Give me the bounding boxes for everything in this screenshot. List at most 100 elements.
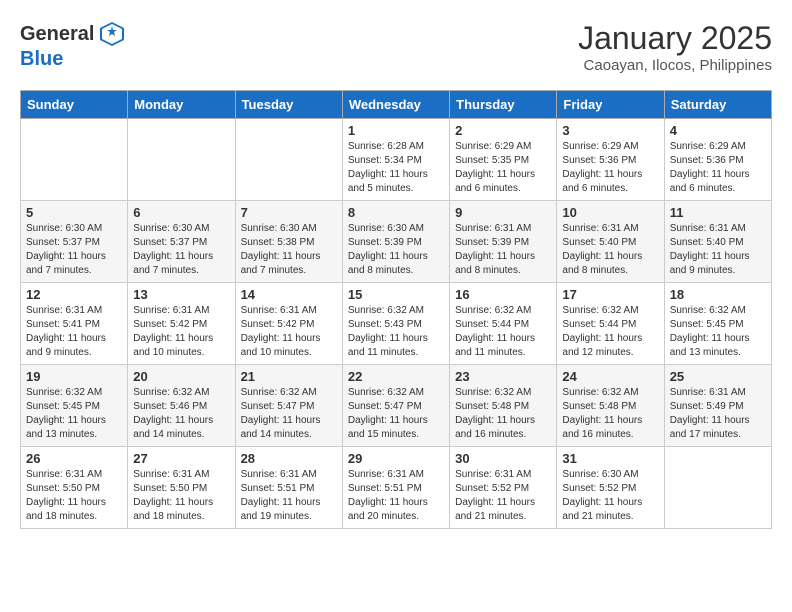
sunset-info: Sunset: 5:37 PM	[26, 236, 122, 250]
calendar-cell	[21, 119, 128, 201]
day-info: Sunrise: 6:31 AMSunset: 5:51 PMDaylight:…	[348, 468, 444, 524]
calendar-cell: 5Sunrise: 6:30 AMSunset: 5:37 PMDaylight…	[21, 201, 128, 283]
day-number: 7	[241, 205, 337, 220]
sunset-info: Sunset: 5:36 PM	[562, 154, 658, 168]
calendar-cell: 17Sunrise: 6:32 AMSunset: 5:44 PMDayligh…	[557, 283, 664, 365]
day-number: 27	[133, 451, 229, 466]
sunset-info: Sunset: 5:40 PM	[562, 236, 658, 250]
sunset-info: Sunset: 5:46 PM	[133, 400, 229, 414]
daylight-info: Daylight: 11 hours and 21 minutes.	[455, 496, 551, 524]
sunset-info: Sunset: 5:45 PM	[670, 318, 766, 332]
sunset-info: Sunset: 5:44 PM	[562, 318, 658, 332]
day-info: Sunrise: 6:29 AMSunset: 5:36 PMDaylight:…	[670, 140, 766, 196]
day-number: 21	[241, 369, 337, 384]
sunset-info: Sunset: 5:37 PM	[133, 236, 229, 250]
calendar-cell: 21Sunrise: 6:32 AMSunset: 5:47 PMDayligh…	[235, 365, 342, 447]
logo-general-text: General	[20, 23, 94, 46]
sunset-info: Sunset: 5:50 PM	[26, 482, 122, 496]
month-year-title: January 2025	[578, 20, 772, 57]
calendar-table: SundayMondayTuesdayWednesdayThursdayFrid…	[20, 90, 772, 529]
sunrise-info: Sunrise: 6:31 AM	[26, 304, 122, 318]
day-number: 24	[562, 369, 658, 384]
logo-flag-icon	[98, 20, 126, 48]
day-number: 23	[455, 369, 551, 384]
calendar-cell: 15Sunrise: 6:32 AMSunset: 5:43 PMDayligh…	[342, 283, 449, 365]
daylight-info: Daylight: 11 hours and 7 minutes.	[133, 250, 229, 278]
sunset-info: Sunset: 5:42 PM	[133, 318, 229, 332]
calendar-cell: 12Sunrise: 6:31 AMSunset: 5:41 PMDayligh…	[21, 283, 128, 365]
calendar-cell: 22 Sunrise: 6:32 AMSunset: 5:47 PMDayligh…	[342, 365, 449, 447]
sunset-info: Sunset: 5:49 PM	[670, 400, 766, 414]
weekday-header-thursday: Thursday	[450, 91, 557, 119]
day-number: 4	[670, 123, 766, 138]
sunset-info: Sunset: 5:50 PM	[133, 482, 229, 496]
day-number: 18	[670, 287, 766, 302]
daylight-info: Daylight: 11 hours and 15 minutes.	[348, 414, 444, 442]
daylight-info: Daylight: 11 hours and 9 minutes.	[26, 332, 122, 360]
day-number: 25	[670, 369, 766, 384]
calendar-cell: 14Sunrise: 6:31 AMSunset: 5:42 PMDayligh…	[235, 283, 342, 365]
daylight-info: Daylight: 11 hours and 11 minutes.	[455, 332, 551, 360]
calendar-cell: 16Sunrise: 6:32 AMSunset: 5:44 PMDayligh…	[450, 283, 557, 365]
calendar-cell: 11Sunrise: 6:31 AMSunset: 5:40 PMDayligh…	[664, 201, 771, 283]
sunrise-info: Sunrise: 6:32 AM	[348, 386, 444, 400]
daylight-info: Daylight: 11 hours and 13 minutes.	[670, 332, 766, 360]
calendar-week-row: 5Sunrise: 6:30 AMSunset: 5:37 PMDaylight…	[21, 201, 772, 283]
sunrise-info: Sunrise: 6:32 AM	[562, 386, 658, 400]
day-info: Sunrise: 6:30 AMSunset: 5:37 PMDaylight:…	[26, 222, 122, 278]
weekday-header-saturday: Saturday	[664, 91, 771, 119]
daylight-info: Daylight: 11 hours and 8 minutes.	[348, 250, 444, 278]
day-number: 15	[348, 287, 444, 302]
day-info: Sunrise: 6:31 AMSunset: 5:52 PMDaylight:…	[455, 468, 551, 524]
daylight-info: Daylight: 11 hours and 8 minutes.	[455, 250, 551, 278]
sunrise-info: Sunrise: 6:30 AM	[26, 222, 122, 236]
day-info: Sunrise: 6:32 AMSunset: 5:46 PMDaylight:…	[133, 386, 229, 442]
daylight-info: Daylight: 11 hours and 19 minutes.	[241, 496, 337, 524]
weekday-header-wednesday: Wednesday	[342, 91, 449, 119]
sunrise-info: Sunrise: 6:32 AM	[455, 304, 551, 318]
calendar-cell	[235, 119, 342, 201]
daylight-info: Daylight: 11 hours and 21 minutes.	[562, 496, 658, 524]
daylight-info: Daylight: 11 hours and 10 minutes.	[133, 332, 229, 360]
day-number: 10	[562, 205, 658, 220]
sunrise-info: Sunrise: 6:32 AM	[133, 386, 229, 400]
sunrise-info: Sunrise: 6:31 AM	[133, 468, 229, 482]
calendar-cell: 10Sunrise: 6:31 AMSunset: 5:40 PMDayligh…	[557, 201, 664, 283]
sunrise-info: Sunrise: 6:32 AM	[241, 386, 337, 400]
sunset-info: Sunset: 5:38 PM	[241, 236, 337, 250]
logo: General Blue	[20, 20, 126, 71]
sunset-info: Sunset: 5:51 PM	[241, 482, 337, 496]
day-number: 22	[348, 369, 444, 384]
calendar-cell: 27Sunrise: 6:31 AMSunset: 5:50 PMDayligh…	[128, 447, 235, 529]
sunrise-info: Sunrise: 6:30 AM	[133, 222, 229, 236]
day-number: 30	[455, 451, 551, 466]
daylight-info: Daylight: 11 hours and 7 minutes.	[26, 250, 122, 278]
sunrise-info: Sunrise: 6:30 AM	[562, 468, 658, 482]
sunset-info: Sunset: 5:36 PM	[670, 154, 766, 168]
sunset-info: Sunset: 5:47 PM	[348, 400, 444, 414]
calendar-cell: 20Sunrise: 6:32 AMSunset: 5:46 PMDayligh…	[128, 365, 235, 447]
daylight-info: Daylight: 11 hours and 11 minutes.	[348, 332, 444, 360]
daylight-info: Daylight: 11 hours and 17 minutes.	[670, 414, 766, 442]
calendar-cell: 23Sunrise: 6:32 AMSunset: 5:48 PMDayligh…	[450, 365, 557, 447]
calendar-cell: 28Sunrise: 6:31 AMSunset: 5:51 PMDayligh…	[235, 447, 342, 529]
sunset-info: Sunset: 5:48 PM	[455, 400, 551, 414]
sunrise-info: Sunrise: 6:31 AM	[455, 468, 551, 482]
daylight-info: Daylight: 11 hours and 14 minutes.	[241, 414, 337, 442]
calendar-cell: 19Sunrise: 6:32 AMSunset: 5:45 PMDayligh…	[21, 365, 128, 447]
sunset-info: Sunset: 5:52 PM	[455, 482, 551, 496]
day-info: Sunrise: 6:32 AMSunset: 5:48 PMDaylight:…	[562, 386, 658, 442]
daylight-info: Daylight: 11 hours and 6 minutes.	[670, 168, 766, 196]
calendar-week-row: 12Sunrise: 6:31 AMSunset: 5:41 PMDayligh…	[21, 283, 772, 365]
calendar-week-row: 1Sunrise: 6:28 AMSunset: 5:34 PMDaylight…	[21, 119, 772, 201]
day-info: Sunrise: 6:28 AMSunset: 5:34 PMDaylight:…	[348, 140, 444, 196]
day-number: 28	[241, 451, 337, 466]
sunset-info: Sunset: 5:52 PM	[562, 482, 658, 496]
title-block: January 2025 Caoayan, Ilocos, Philippine…	[578, 20, 772, 74]
calendar-week-row: 19Sunrise: 6:32 AMSunset: 5:45 PMDayligh…	[21, 365, 772, 447]
day-info: Sunrise: 6:30 AMSunset: 5:39 PMDaylight:…	[348, 222, 444, 278]
day-info: Sunrise: 6:31 AMSunset: 5:39 PMDaylight:…	[455, 222, 551, 278]
calendar-cell: 25Sunrise: 6:31 AMSunset: 5:49 PMDayligh…	[664, 365, 771, 447]
day-number: 19	[26, 369, 122, 384]
sunset-info: Sunset: 5:41 PM	[26, 318, 122, 332]
